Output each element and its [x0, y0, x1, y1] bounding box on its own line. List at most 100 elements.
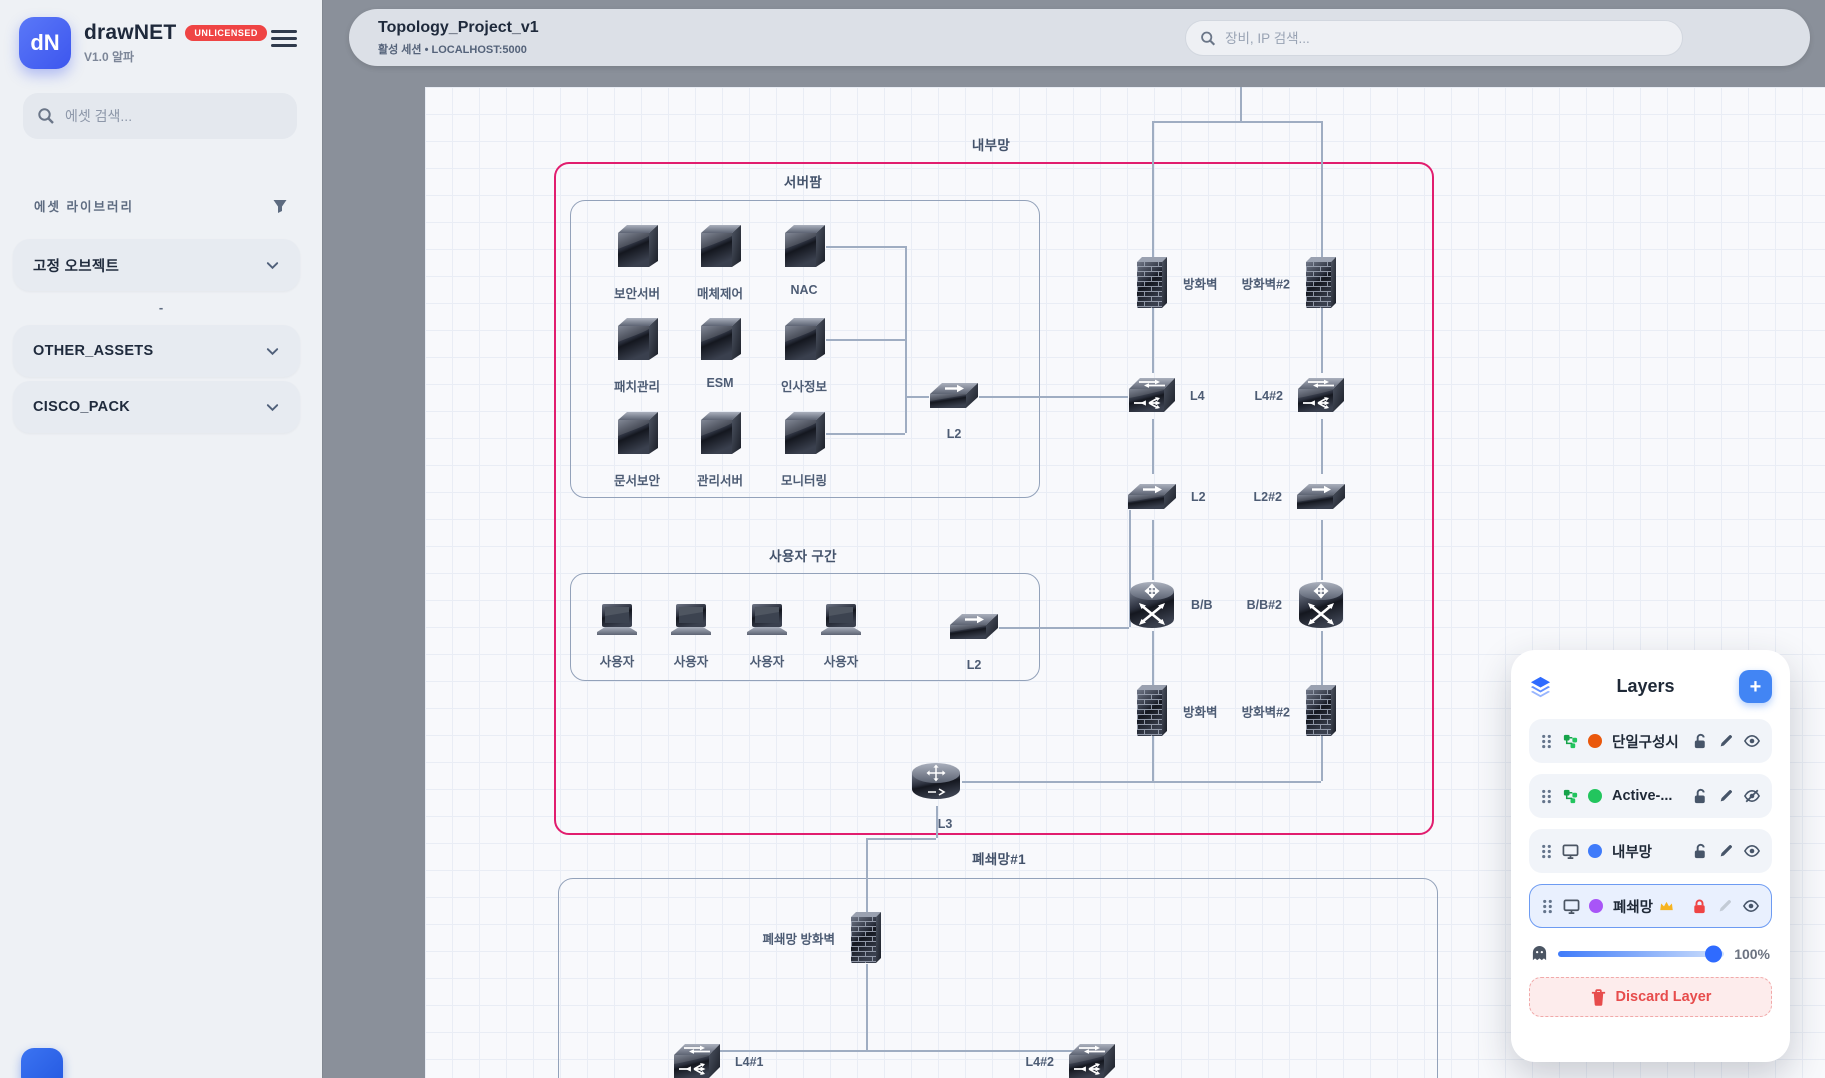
connector-line: [1152, 121, 1154, 259]
node-laptop[interactable]: [595, 603, 639, 637]
connector-line: [1321, 520, 1323, 580]
node-server[interactable]: [614, 223, 660, 269]
laptop-icon: [595, 603, 639, 637]
server-icon: [614, 410, 660, 456]
connector-line: [1152, 735, 1154, 781]
node-server[interactable]: [781, 410, 827, 456]
node-switch2[interactable]: [1126, 480, 1178, 514]
node-server[interactable]: [614, 410, 660, 456]
node-switch4[interactable]: [1067, 1041, 1117, 1078]
connector-line: [1240, 87, 1242, 121]
drag-handle-icon[interactable]: [1540, 788, 1553, 805]
chevron-down-icon: [265, 258, 280, 273]
floating-action-button[interactable]: [21, 1048, 63, 1078]
license-badge: UNLICENSED: [185, 25, 267, 41]
node-firewall[interactable]: [1134, 684, 1170, 738]
layer-color-dot: [1589, 899, 1603, 913]
node-laptop[interactable]: [745, 603, 789, 637]
connector-line: [1152, 520, 1154, 580]
monitor-icon: [1562, 843, 1579, 860]
node-server[interactable]: [697, 316, 743, 362]
opacity-row: 100%: [1531, 944, 1770, 963]
node-label: 사용자: [600, 651, 635, 670]
layers-panel: Layers + 단일구성시 Active-... 내부망: [1511, 650, 1790, 1062]
filter-icon[interactable]: [272, 198, 288, 214]
node-label: L2#2: [1254, 490, 1283, 504]
layer-color-dot: [1588, 734, 1602, 748]
edit-icon[interactable]: [1718, 733, 1734, 749]
node-switch4[interactable]: [1296, 375, 1346, 417]
asset-search-input[interactable]: [65, 108, 283, 124]
node-routerbb[interactable]: [1295, 578, 1347, 632]
library-label: 에셋 라이브러리: [34, 196, 134, 215]
layer-row-내부망[interactable]: 내부망: [1529, 829, 1772, 873]
layer-row-폐쇄망[interactable]: 폐쇄망: [1529, 884, 1772, 928]
switch4-icon: [1296, 375, 1346, 417]
node-server[interactable]: [614, 316, 660, 362]
connector-line: [999, 627, 1129, 629]
lock-open-icon[interactable]: [1692, 733, 1709, 750]
menu-icon[interactable]: [271, 26, 297, 48]
edit-icon[interactable]: [1717, 898, 1733, 914]
eye-icon[interactable]: [1743, 843, 1761, 859]
node-switch2[interactable]: [948, 610, 1000, 644]
node-firewall[interactable]: [1134, 256, 1170, 310]
group-label: 사용자 구간: [769, 545, 837, 565]
sidebar-section-fixed-objects[interactable]: 고정 오브젝트: [13, 239, 300, 291]
lock-open-icon[interactable]: [1692, 843, 1709, 860]
edit-icon[interactable]: [1718, 843, 1734, 859]
eye-off-icon[interactable]: [1743, 788, 1761, 804]
node-label: NAC: [790, 283, 817, 297]
node-laptop[interactable]: [669, 603, 713, 637]
node-label: L2: [947, 427, 962, 441]
eye-icon[interactable]: [1742, 898, 1760, 914]
asset-search[interactable]: [23, 93, 297, 139]
node-firewall[interactable]: [848, 911, 884, 965]
node-laptop[interactable]: [819, 603, 863, 637]
device-search[interactable]: [1185, 20, 1683, 56]
node-firewall[interactable]: [1303, 684, 1339, 738]
node-server[interactable]: [781, 223, 827, 269]
layer-row-단일구성시[interactable]: 단일구성시: [1529, 719, 1772, 763]
sidebar: dN drawNET UNLICENSED V1.0 알파 에셋 라이브러리 고…: [0, 0, 322, 1078]
node-routerl3[interactable]: [908, 759, 964, 803]
node-routerbb[interactable]: [1126, 578, 1178, 632]
opacity-value: 100%: [1734, 946, 1770, 962]
sidebar-section-cisco-pack[interactable]: CISCO_PACK: [13, 381, 300, 433]
edit-icon[interactable]: [1718, 788, 1734, 804]
switch2-icon: [928, 379, 980, 413]
drag-handle-icon[interactable]: [1540, 733, 1553, 750]
node-server[interactable]: [697, 223, 743, 269]
add-layer-button[interactable]: +: [1739, 670, 1772, 703]
node-server[interactable]: [781, 316, 827, 362]
node-switch2[interactable]: [1295, 480, 1347, 514]
device-search-input[interactable]: [1225, 31, 1668, 46]
node-firewall[interactable]: [1303, 256, 1339, 310]
node-server[interactable]: [697, 410, 743, 456]
eye-icon[interactable]: [1743, 733, 1761, 749]
opacity-slider[interactable]: [1558, 951, 1724, 957]
node-label: L2: [967, 658, 982, 672]
drag-handle-icon[interactable]: [1540, 843, 1553, 860]
switch4-icon: [672, 1041, 722, 1078]
node-switch4[interactable]: [672, 1041, 722, 1078]
node-label: L4#1: [735, 1055, 764, 1069]
node-switch4[interactable]: [1127, 375, 1177, 417]
opacity-slider-thumb[interactable]: [1705, 945, 1722, 962]
sidebar-section-other-assets[interactable]: OTHER_ASSETS: [13, 325, 300, 377]
discard-layer-button[interactable]: Discard Layer: [1529, 977, 1772, 1017]
drag-handle-icon[interactable]: [1541, 898, 1554, 915]
node-switch2[interactable]: [928, 379, 980, 413]
connector-line: [962, 781, 1321, 783]
tree-icon: [1562, 788, 1579, 805]
layer-row-Active-...[interactable]: Active-...: [1529, 774, 1772, 818]
server-icon: [614, 316, 660, 362]
lock-closed-icon[interactable]: [1691, 898, 1708, 915]
group-label: 서버팜: [784, 171, 822, 191]
layer-name: 단일구성시: [1612, 731, 1686, 752]
node-label: 사용자: [824, 651, 859, 670]
connector-line: [1152, 419, 1154, 474]
server-icon: [614, 223, 660, 269]
lock-open-icon[interactable]: [1692, 788, 1709, 805]
connector-line: [866, 838, 936, 840]
